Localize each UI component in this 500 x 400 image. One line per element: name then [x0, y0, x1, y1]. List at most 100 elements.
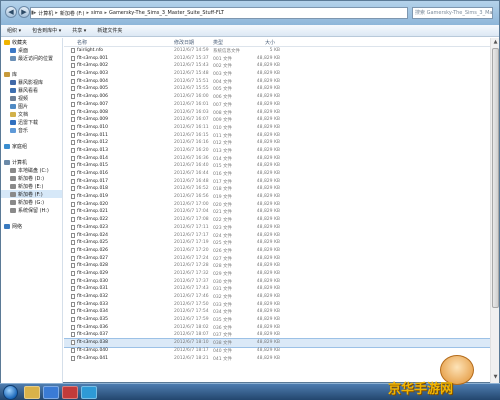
breadcrumb-current-folder[interactable]: Gamersky-The_Sims_3_Master_Suite_Stuff-F… — [107, 10, 226, 16]
file-row[interactable]: flt-s3msp.033 2012/6/7 17:50 033 文件 48,829 … — [64, 301, 490, 309]
taskbar-app-qq-icon[interactable] — [81, 386, 97, 399]
sidebar-item[interactable]: 本地磁盘 (C:) — [1, 166, 62, 174]
file-row[interactable]: flt-s3msp.002 2012/6/7 15:43 002 文件 48,829 … — [64, 62, 490, 70]
sidebar-item[interactable]: 网络 — [1, 222, 62, 230]
column-name[interactable]: 名称 — [77, 39, 87, 46]
file-row[interactable]: flt-s3msp.025 2012/6/7 17:19 025 文件 48,829 … — [64, 239, 490, 247]
file-size: 48,829 KB — [256, 194, 280, 200]
file-row[interactable]: flt-s3msp.027 2012/6/7 17:24 027 文件 48,829 … — [64, 255, 490, 263]
breadcrumb-drive-f[interactable]: 新加卷 (F:) — [58, 10, 87, 17]
sidebar-item-label: 新加卷 (F:) — [18, 191, 43, 198]
file-icon — [71, 247, 75, 253]
file-name: flt-s3msp.017 — [77, 178, 109, 184]
file-row[interactable]: flt-s3msp.021 2012/6/7 17:04 021 文件 48,829 … — [64, 208, 490, 216]
file-type: 033 文件 — [213, 302, 233, 308]
start-button[interactable] — [3, 385, 18, 400]
file-row[interactable]: flt-s3msp.008 2012/6/7 16:03 008 文件 48,829 … — [64, 109, 490, 117]
back-button[interactable]: ◀ — [5, 6, 17, 18]
watermark-logo: 京华手游网 — [388, 382, 454, 397]
file-row[interactable]: flt-s3msp.003 2012/6/7 15:48 003 文件 48,829 … — [64, 70, 490, 78]
file-row[interactable]: flt-s3msp.022 2012/6/7 17:08 022 文件 48,829 … — [64, 216, 490, 224]
file-row[interactable]: flt-s3msp.007 2012/6/7 16:01 007 文件 48,829 … — [64, 101, 490, 109]
sidebar-item[interactable]: 图片 — [1, 102, 62, 110]
file-row[interactable]: flt-s3msp.026 2012/6/7 17:20 026 文件 48,829 … — [64, 247, 490, 255]
column-date[interactable]: 修改日期 — [174, 39, 194, 46]
sidebar-item[interactable]: 暴风影视库 — [1, 78, 62, 86]
file-type: 002 文件 — [213, 64, 233, 70]
vertical-scrollbar[interactable]: ▲ ▼ — [490, 38, 499, 383]
sidebar-item[interactable]: 新加卷 (D:) — [1, 174, 62, 182]
file-row[interactable]: flt-s3msp.038 2012/6/7 18:10 038 文件 48,829 … — [64, 338, 490, 348]
file-row[interactable]: flt-s3msp.024 2012/6/7 17:17 024 文件 48,829 … — [64, 232, 490, 240]
file-row[interactable]: flt-s3msp.020 2012/6/7 17:00 020 文件 48,829 … — [64, 201, 490, 209]
file-row[interactable]: flt-s3msp.019 2012/6/7 16:56 019 文件 48,829 … — [64, 193, 490, 201]
sidebar-item[interactable]: 家庭组 — [1, 142, 62, 150]
file-row[interactable]: flt-s3msp.041 2012/6/7 18:21 041 文件 48,829 … — [64, 355, 490, 363]
file-row[interactable]: flt-s3msp.023 2012/6/7 17:11 023 文件 48,829 … — [64, 224, 490, 232]
new-folder-button[interactable]: 新建文件夹 — [97, 27, 122, 34]
sidebar-item[interactable]: 文档 — [1, 110, 62, 118]
file-row[interactable]: flt-s3msp.009 2012/6/7 16:07 009 文件 48,829 … — [64, 116, 490, 124]
file-row[interactable]: flt-s3msp.031 2012/6/7 17:43 031 文件 48,829 … — [64, 285, 490, 293]
column-type[interactable]: 类型 — [213, 39, 223, 46]
file-row[interactable]: flt-s3msp.001 2012/6/7 15:37 001 文件 48,829 … — [64, 55, 490, 63]
file-row[interactable]: flt-s3msp.028 2012/6/7 17:28 028 文件 48,829 … — [64, 262, 490, 270]
file-row[interactable]: flt-s3msp.015 2012/6/7 16:40 015 文件 48,829 … — [64, 162, 490, 170]
file-row[interactable]: fairlight.nfo 2012/6/7 14:59 系统信息文件 5 KB — [64, 47, 490, 55]
sidebar-item[interactable]: 系统保留 (H:) — [1, 206, 62, 214]
sidebar-item[interactable]: 新加卷 (G:) — [1, 198, 62, 206]
sidebar-item[interactable]: 视频 — [1, 94, 62, 102]
breadcrumb-sims[interactable]: sims — [89, 10, 104, 16]
file-row[interactable]: flt-s3msp.012 2012/6/7 16:16 012 文件 48,829 … — [64, 139, 490, 147]
forward-button[interactable]: ▶ — [18, 6, 30, 18]
file-date: 2012/6/7 17:37 — [174, 278, 209, 284]
file-row[interactable]: flt-s3msp.034 2012/6/7 17:54 034 文件 48,829 … — [64, 308, 490, 316]
share-button[interactable]: 共享 ▾ — [72, 27, 86, 34]
sidebar-item[interactable]: 新加卷 (E:) — [1, 182, 62, 190]
file-row[interactable]: flt-s3msp.036 2012/6/7 18:02 036 文件 48,829 … — [64, 324, 490, 332]
file-row[interactable]: flt-s3msp.004 2012/6/7 15:51 004 文件 48,829 … — [64, 78, 490, 86]
column-size[interactable]: 大小 — [265, 39, 275, 46]
file-row[interactable]: flt-s3msp.030 2012/6/7 17:37 030 文件 48,829 … — [64, 278, 490, 286]
file-row[interactable]: flt-s3msp.017 2012/6/7 16:48 017 文件 48,829 … — [64, 178, 490, 186]
file-row[interactable]: flt-s3msp.040 2012/6/7 18:17 040 文件 48,829 … — [64, 347, 490, 355]
sidebar-item[interactable]: 桌面 — [1, 46, 62, 54]
file-row[interactable]: flt-s3msp.037 2012/6/7 18:07 037 文件 48,829 … — [64, 331, 490, 339]
sidebar-item-label: 最近访问的位置 — [18, 55, 54, 62]
taskbar-app-browser-icon[interactable] — [43, 386, 59, 399]
file-date: 2012/6/7 15:43 — [174, 63, 209, 69]
file-row[interactable]: flt-s3msp.005 2012/6/7 15:55 005 文件 48,829 … — [64, 85, 490, 93]
sidebar-item[interactable]: 音乐 — [1, 126, 62, 134]
file-row[interactable]: flt-s3msp.032 2012/6/7 17:46 032 文件 48,829 … — [64, 293, 490, 301]
address-bar[interactable]: ▮ ▸ 计算机 ▸ 新加卷 (F:) ▸ sims ▸ Gamersky-The… — [30, 7, 408, 19]
file-row[interactable]: flt-s3msp.016 2012/6/7 16:44 016 文件 48,829 … — [64, 170, 490, 178]
file-type: 019 文件 — [213, 195, 233, 201]
file-icon — [71, 317, 75, 323]
sidebar-item[interactable]: 暴风看看 — [1, 86, 62, 94]
scroll-thumb[interactable] — [492, 48, 499, 308]
file-row[interactable]: flt-s3msp.018 2012/6/7 16:52 018 文件 48,829 … — [64, 185, 490, 193]
scroll-up-icon[interactable]: ▲ — [492, 39, 499, 46]
file-row[interactable]: flt-s3msp.029 2012/6/7 17:32 029 文件 48,829 … — [64, 270, 490, 278]
file-name: flt-s3msp.033 — [77, 301, 109, 307]
sidebar-item[interactable]: 迅雷下载 — [1, 118, 62, 126]
sidebar-item[interactable]: 库 — [1, 70, 62, 78]
include-in-library-button[interactable]: 包含到库中 ▾ — [32, 27, 61, 34]
file-name: flt-s3msp.003 — [77, 71, 109, 77]
search-input[interactable]: 搜索 Gamersky-The_Sims_3_Maste... — [412, 7, 493, 19]
file-row[interactable]: flt-s3msp.035 2012/6/7 17:59 035 文件 48,829 … — [64, 316, 490, 324]
sidebar-item[interactable]: 最近访问的位置 — [1, 54, 62, 62]
file-row[interactable]: flt-s3msp.006 2012/6/7 16:00 006 文件 48,829 … — [64, 93, 490, 101]
sidebar-item[interactable]: 计算机 — [1, 158, 62, 166]
organize-button[interactable]: 组织 ▾ — [7, 27, 21, 34]
file-row[interactable]: flt-s3msp.014 2012/6/7 16:36 014 文件 48,829 … — [64, 155, 490, 163]
taskbar-app-player-icon[interactable] — [62, 386, 78, 399]
file-row[interactable]: flt-s3msp.010 2012/6/7 16:11 010 文件 48,829 … — [64, 124, 490, 132]
scroll-down-icon[interactable]: ▼ — [492, 374, 499, 381]
file-row[interactable]: flt-s3msp.011 2012/6/7 16:15 011 文件 48,829 … — [64, 132, 490, 140]
taskbar-app-explorer-icon[interactable] — [24, 386, 40, 399]
file-row[interactable]: flt-s3msp.013 2012/6/7 16:20 013 文件 48,829 … — [64, 147, 490, 155]
sidebar-item[interactable]: 收藏夹 — [1, 38, 62, 46]
breadcrumb-computer[interactable]: 计算机 — [36, 10, 55, 17]
sidebar-item[interactable]: 新加卷 (F:) — [1, 190, 62, 198]
